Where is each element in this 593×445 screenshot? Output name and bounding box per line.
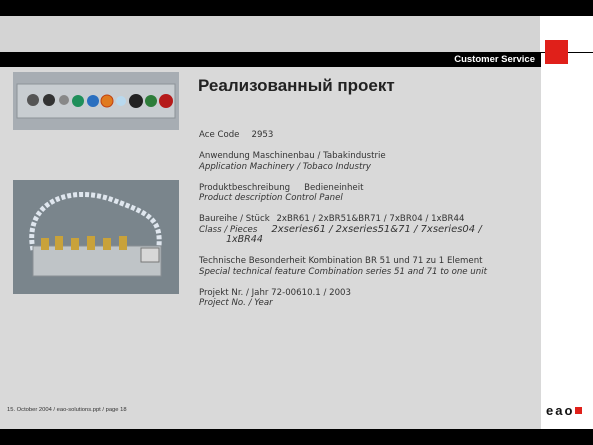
header-band	[0, 16, 540, 52]
project-info: Ace Code 2953 Anwendung Maschinenbau / Ta…	[199, 130, 529, 309]
ace-code-value: 2953	[251, 130, 274, 140]
produkt-value: Bedieneinheit	[304, 182, 364, 193]
class-label: Class / Pieces	[199, 224, 258, 235]
logo-red-square	[575, 407, 583, 414]
special-label: Special technical feature	[199, 266, 306, 277]
control-panel-photo	[13, 72, 179, 130]
class-value-cont: 1xBR44	[226, 234, 263, 245]
slide-title: Реализованный проект	[198, 76, 395, 95]
tech-label: Technische Besonderheit	[199, 256, 306, 266]
product-value: Control Panel	[285, 193, 343, 203]
top-bar	[0, 0, 593, 16]
baureihe-label: Baureihe / Stück	[199, 214, 270, 224]
customer-service-label: Customer Service	[454, 54, 535, 65]
eao-logo-text: eao	[546, 403, 575, 418]
produkt-label: Produktbeschreibung	[199, 182, 291, 193]
application-label: Application	[199, 161, 248, 172]
anwendung-label: Anwendung	[199, 151, 250, 161]
bottom-bar	[0, 429, 593, 445]
wired-panel-photo	[13, 180, 179, 294]
anwendung-value: Maschinenbau / Tabakindustrie	[252, 151, 386, 161]
product-label: Product description	[199, 193, 283, 203]
baureihe-value: 2xBR61 / 2xBR51&BR71 / 7xBR04 / 1xBR44	[276, 214, 465, 224]
ace-code-label: Ace Code	[199, 130, 240, 140]
special-value: Combination series 51 and 71 to one unit	[308, 266, 487, 277]
footer-text: 15. October 2004 / eao-solutions.ppt / p…	[7, 407, 127, 413]
projekt-value: 72-00610.1 / 2003	[271, 287, 351, 298]
customer-service-bar: Customer Service	[0, 53, 541, 67]
class-value: 2xseries61 / 2xseries51&71 / 7xseries04 …	[271, 223, 482, 235]
brand-red-square	[545, 40, 568, 64]
tech-value: Kombination BR 51 und 71 zu 1 Element	[308, 256, 483, 266]
right-panel	[541, 53, 593, 429]
projekt-label: Projekt Nr. / Jahr	[199, 287, 269, 298]
application-value: Machinery / Tobaco Industry	[249, 161, 371, 172]
eao-logo: eao	[546, 403, 583, 418]
project-label: Project No. / Year	[199, 298, 273, 308]
